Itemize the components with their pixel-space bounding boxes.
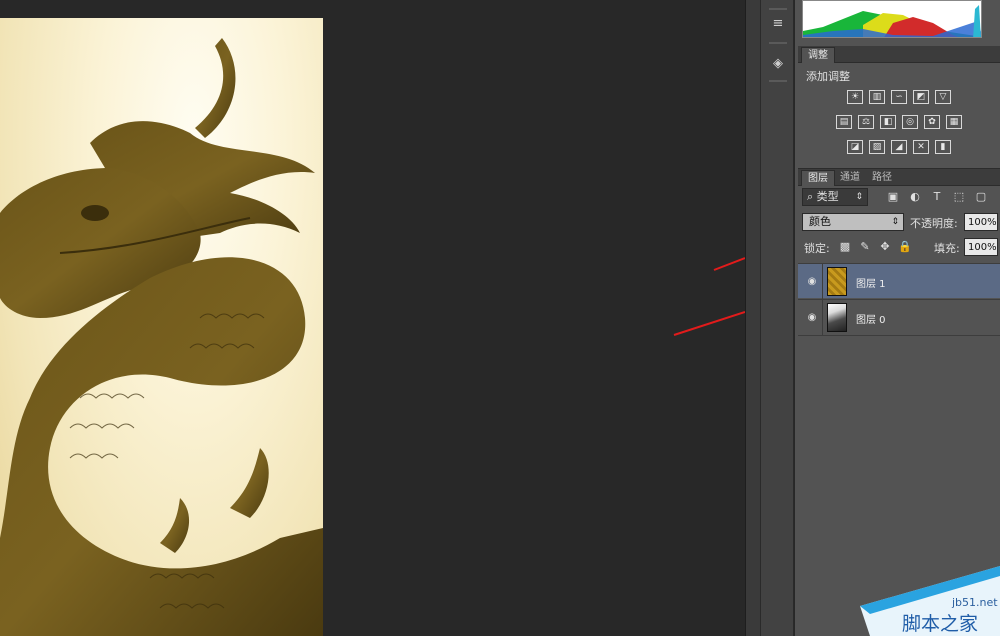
divider [822, 264, 823, 299]
adjustments-title: 添加调整 [806, 70, 850, 83]
pixel-filter-icon[interactable]: ▣ [886, 189, 900, 203]
vibrance-icon[interactable]: ▽ [935, 90, 951, 104]
arrow-to-blend-mode [713, 257, 745, 271]
canvas-area[interactable] [0, 0, 745, 636]
chevron-updown-icon: ⇕ [891, 217, 899, 227]
lock-label: 锁定: [804, 242, 830, 255]
lock-image-pixels-icon[interactable]: ✎ [858, 239, 872, 253]
lock-position-icon[interactable]: ✥ [878, 239, 892, 253]
photoshop-window: ≡ ◈ 调整 添加调整 ☀ ▥ ∽ ◩ ▽ ▤ ⚖ ◧ ◎ ✿ ▦ ◪ ▨ ◢ … [0, 0, 1000, 636]
curves-icon[interactable]: ∽ [891, 90, 907, 104]
watermark-site: jb51.net [951, 596, 998, 609]
histogram-graph [802, 0, 982, 38]
layer-kind-filter-value: 类型 [816, 190, 839, 203]
levels-icon[interactable]: ▥ [869, 90, 885, 104]
layer-kind-filter[interactable]: ⌕ 类型 ⇕ [802, 188, 868, 206]
dragon-statue-image [0, 38, 323, 636]
channel-mixer-icon[interactable]: ✿ [924, 115, 940, 129]
adjustments-row-1: ☀ ▥ ∽ ◩ ▽ [798, 90, 1000, 104]
chevron-updown-icon: ⇕ [855, 192, 863, 202]
right-panels: 调整 添加调整 ☀ ▥ ∽ ◩ ▽ ▤ ⚖ ◧ ◎ ✿ ▦ ◪ ▨ ◢ ✕ ▮ … [795, 0, 1000, 636]
dock-separator [769, 8, 787, 10]
fill-field[interactable]: 100% [964, 238, 998, 256]
layer-row-0[interactable]: ◉ 图层 0 [798, 299, 1000, 335]
divider [822, 300, 823, 335]
color-lookup-icon[interactable]: ▦ [946, 115, 962, 129]
fill-label: 填充: [934, 242, 960, 255]
exposure-icon[interactable]: ◩ [913, 90, 929, 104]
selective-color-icon[interactable]: ✕ [913, 140, 929, 154]
blend-mode-select[interactable]: 颜色 ⇕ [802, 213, 904, 231]
adjustments-row-2: ▤ ⚖ ◧ ◎ ✿ ▦ [798, 115, 1000, 129]
hue-saturation-icon[interactable]: ▤ [836, 115, 852, 129]
tab-channels[interactable]: 通道 [834, 170, 866, 186]
blend-mode-value: 颜色 [809, 215, 831, 228]
photo-filter-icon[interactable]: ◎ [902, 115, 918, 129]
adjustment-filter-icon[interactable]: ◐ [908, 189, 922, 203]
lock-transparent-pixels-icon[interactable]: ▩ [838, 239, 852, 253]
document-image [0, 18, 323, 636]
gradient-map-icon[interactable]: ▮ [935, 140, 951, 154]
adjustments-row-3: ◪ ▨ ◢ ✕ ▮ [798, 140, 1000, 154]
adjustments-tabbar: 调整 [798, 46, 1000, 63]
tab-adjustments[interactable]: 调整 [801, 47, 835, 63]
divider [798, 335, 1000, 336]
visibility-eye-icon[interactable]: ◉ [806, 311, 818, 323]
brightness-icon[interactable]: ☀ [847, 90, 863, 104]
tab-layers[interactable]: 图层 [801, 170, 835, 186]
search-icon: ⌕ [807, 190, 817, 203]
layer-thumbnail [827, 303, 847, 332]
history-icon[interactable]: ≡ [767, 12, 789, 34]
dock-separator [769, 80, 787, 82]
layer-name[interactable]: 图层 1 [856, 275, 886, 290]
arrow-to-layer-1 [673, 311, 745, 336]
invert-icon[interactable]: ◪ [847, 140, 863, 154]
dock-separator [769, 42, 787, 44]
site-watermark: jb51.net 脚本之家 [860, 566, 1000, 636]
layer-row-1[interactable]: ◉ 图层 1 [798, 263, 1000, 299]
histogram-panel [798, 0, 1000, 40]
layer-thumbnail [827, 267, 847, 296]
tab-paths[interactable]: 路径 [866, 170, 898, 186]
type-filter-icon[interactable]: T [930, 189, 944, 203]
3d-cube-icon[interactable]: ◈ [767, 52, 789, 74]
smart-object-filter-icon[interactable]: ▢ [974, 189, 988, 203]
opacity-field[interactable]: 100% [964, 213, 998, 231]
lock-all-icon[interactable]: 🔒 [898, 239, 912, 253]
watermark-name: 脚本之家 [902, 613, 978, 635]
layers-tabbar: 图层 通道 路径 [798, 169, 1000, 186]
color-balance-icon[interactable]: ⚖ [858, 115, 874, 129]
panel-dock-strip: ≡ ◈ [760, 0, 794, 636]
opacity-label: 不透明度: [910, 217, 958, 230]
black-white-icon[interactable]: ◧ [880, 115, 896, 129]
panel-gap [745, 0, 760, 636]
visibility-eye-icon[interactable]: ◉ [806, 275, 818, 287]
adjustments-panel: 调整 添加调整 ☀ ▥ ∽ ◩ ▽ ▤ ⚖ ◧ ◎ ✿ ▦ ◪ ▨ ◢ ✕ ▮ [798, 46, 1000, 166]
threshold-icon[interactable]: ◢ [891, 140, 907, 154]
posterize-icon[interactable]: ▨ [869, 140, 885, 154]
layer-name[interactable]: 图层 0 [856, 311, 886, 326]
shape-filter-icon[interactable]: ⬚ [952, 189, 966, 203]
